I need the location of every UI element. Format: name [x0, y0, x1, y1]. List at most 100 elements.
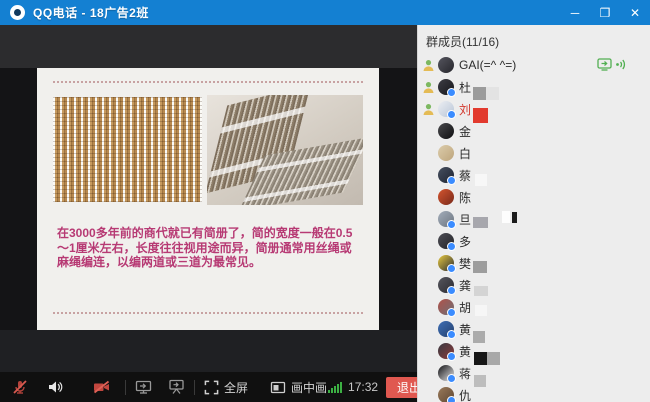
censored-name-block: [502, 211, 510, 223]
avatar-badge-icon: [447, 286, 456, 295]
member-name: 杜: [459, 79, 471, 96]
member-name: 多: [459, 233, 471, 250]
maximize-button[interactable]: ❐: [590, 0, 620, 25]
member-row[interactable]: 白: [418, 142, 650, 164]
censored-name-block: [475, 174, 487, 186]
in-call-member-icon: [422, 103, 435, 116]
presentation-slide: 在3000多年前的商代就已有简册了，简的宽度一般在0.5～1厘米左右，长度往往视…: [37, 68, 379, 330]
fullscreen-icon: [204, 380, 219, 395]
in-call-member-icon: [422, 81, 435, 94]
member-row[interactable]: 蒋: [418, 362, 650, 384]
video-letterbox-bottom: [0, 330, 417, 372]
censored-name-block: [475, 305, 487, 316]
member-row[interactable]: 仇: [418, 384, 650, 402]
avatar-badge-icon: [447, 110, 456, 119]
member-row[interactable]: 杜: [418, 76, 650, 98]
avatar-badge-icon: [447, 176, 456, 185]
screen-share-video: 在3000多年前的商代就已有简册了，简的宽度一般在0.5～1厘米左右，长度往往视…: [0, 25, 417, 372]
avatar: [438, 167, 454, 183]
toolbar-divider: [194, 380, 195, 395]
presentation-board-button[interactable]: [168, 379, 185, 395]
bound-bamboo-books-photo: [207, 95, 363, 205]
avatar-badge-icon: [447, 308, 456, 317]
member-row[interactable]: 蔡: [418, 164, 650, 186]
member-name: 白: [459, 145, 471, 162]
member-name: 旦: [459, 211, 471, 228]
window-title: QQ电话 - 18广告2班: [33, 4, 149, 21]
avatar: [438, 299, 454, 315]
avatar-badge-icon: [447, 264, 456, 273]
member-list: GAI(=^ ^=) 杜 刘: [418, 54, 650, 402]
fullscreen-button[interactable]: 全屏: [204, 379, 248, 396]
avatar: [438, 57, 454, 73]
pip-button[interactable]: 画中画: [270, 379, 327, 396]
mic-muted-icon: [12, 379, 28, 395]
members-header: 群成员(11/16): [418, 25, 650, 54]
mic-muted-button[interactable]: [12, 379, 28, 395]
avatar: [438, 387, 454, 402]
call-toolbar: 全屏 画中画 17:32 退出: [0, 372, 417, 402]
censored-name-block: [473, 261, 487, 273]
member-row[interactable]: 樊: [418, 252, 650, 274]
speaker-icon: [47, 379, 63, 395]
member-name: 黄: [459, 321, 471, 338]
avatar: [438, 233, 454, 249]
avatar-badge-icon: [447, 88, 456, 97]
avatar: [438, 189, 454, 205]
minimize-button[interactable]: ─: [560, 0, 590, 25]
window-controls: ─ ❐ ✕: [560, 0, 650, 25]
close-button[interactable]: ✕: [620, 0, 650, 25]
avatar: [438, 211, 454, 227]
camera-off-button[interactable]: [93, 379, 110, 395]
member-name: 樊: [459, 255, 471, 272]
share-screen-button[interactable]: [135, 379, 152, 395]
pip-label: 画中画: [291, 379, 327, 396]
avatar-badge-icon: [447, 374, 456, 383]
avatar-badge-icon: [447, 352, 456, 361]
fullscreen-label: 全屏: [224, 379, 248, 396]
avatar: [438, 277, 454, 293]
divider-dotted-bottom: [53, 312, 363, 314]
censored-name-block: [473, 217, 488, 228]
member-name: 龚: [459, 277, 471, 294]
member-name: 黄: [459, 343, 471, 360]
member-row[interactable]: 陈: [418, 186, 650, 208]
avatar: [438, 321, 454, 337]
member-row[interactable]: 多: [418, 230, 650, 252]
member-name: 陈: [459, 189, 471, 206]
member-name: GAI(=^ ^=): [459, 58, 516, 72]
member-row[interactable]: 胡: [418, 296, 650, 318]
member-row[interactable]: 龚: [418, 274, 650, 296]
video-letterbox-top: [0, 25, 417, 68]
member-name: 刘: [459, 101, 471, 118]
avatar: [438, 145, 454, 161]
member-row[interactable]: 金: [418, 120, 650, 142]
avatar: [438, 343, 454, 359]
speaker-button[interactable]: [47, 379, 63, 395]
member-row[interactable]: GAI(=^ ^=): [418, 54, 650, 76]
avatar: [438, 101, 454, 117]
camera-off-icon: [93, 379, 110, 395]
avatar-badge-icon: [447, 330, 456, 339]
member-row[interactable]: 刘: [418, 98, 650, 120]
censored-name-block: [474, 286, 488, 296]
avatar: [438, 123, 454, 139]
title-bar: QQ电话 - 18广告2班 ─ ❐ ✕: [0, 0, 650, 25]
avatar: [438, 255, 454, 271]
in-call-member-icon: [422, 59, 435, 72]
pip-icon: [270, 380, 286, 395]
signal-strength-icon: [327, 381, 342, 393]
toolbar-divider: [125, 380, 126, 395]
avatar: [438, 79, 454, 95]
member-name: 金: [459, 123, 471, 140]
member-name: 蒋: [459, 365, 471, 382]
member-row[interactable]: 旦: [418, 208, 650, 230]
qq-call-window: QQ电话 - 18广告2班 ─ ❐ ✕ 在3000多年前的商代就已有简册了，简的…: [0, 0, 650, 402]
slide-body-text: 在3000多年前的商代就已有简册了，简的宽度一般在0.5～1厘米左右，长度往往视…: [57, 226, 363, 270]
member-row[interactable]: 黄: [418, 318, 650, 340]
member-row[interactable]: 黄: [418, 340, 650, 362]
call-duration: 17:32: [348, 380, 378, 394]
avatar-badge-icon: [447, 220, 456, 229]
presentation-board-icon: [168, 379, 185, 395]
avatar: [438, 365, 454, 381]
